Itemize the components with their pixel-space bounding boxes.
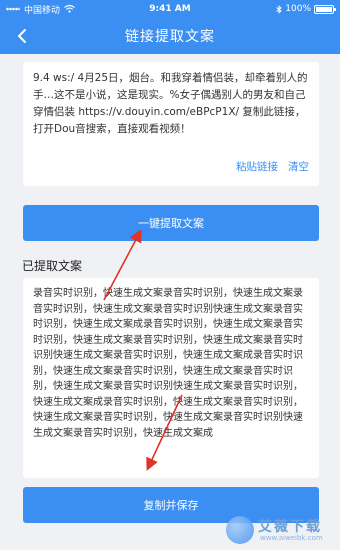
result-card: 录音实时识别，快速生成文案录音实时识别，快速生成文案录音实时识别，快速生成文案录… [23,278,319,478]
battery-icon [314,4,336,14]
signal-icon [6,7,20,11]
link-input-card[interactable]: 9.4 ws:/ 4月25日，烟台。和我穿着情侣装，却牵着别人的手…这不是小说，… [23,62,319,186]
watermark-logo [226,516,254,544]
extract-button[interactable]: 一键提取文案 [23,205,319,241]
result-heading: 已提取文案 [22,259,83,273]
battery-percent: 100% [285,4,311,14]
link-input-text[interactable]: 9.4 ws:/ 4月25日，烟台。和我穿着情侣装，却牵着别人的手…这不是小说，… [33,70,313,138]
watermark-url: www.aiweibk.com [260,534,323,542]
watermark-name: 艾薇下载 [258,519,322,535]
back-button[interactable] [10,24,34,48]
chevron-left-icon [18,29,26,43]
status-time: 9:41 AM [149,4,191,14]
status-bar: 中国移动 9:41 AM 100% [0,0,340,18]
clear-button[interactable]: 清空 [288,159,309,174]
watermark: 艾薇下载 www.aiweibk.com [226,512,336,548]
paste-link-button[interactable]: 粘贴链接 [236,159,278,174]
wifi-icon [64,5,75,13]
page-title: 链接提取文案 [125,29,215,45]
result-text: 录音实时识别，快速生成文案录音实时识别，快速生成文案录音实时识别，快速生成文案录… [33,288,303,439]
input-actions: 粘贴链接 清空 [236,159,309,174]
nav-bar: 链接提取文案 [0,18,340,54]
status-left: 中国移动 [6,3,126,16]
carrier-label: 中国移动 [24,5,61,16]
status-right: 100% [214,4,336,14]
bluetooth-icon [276,4,282,14]
